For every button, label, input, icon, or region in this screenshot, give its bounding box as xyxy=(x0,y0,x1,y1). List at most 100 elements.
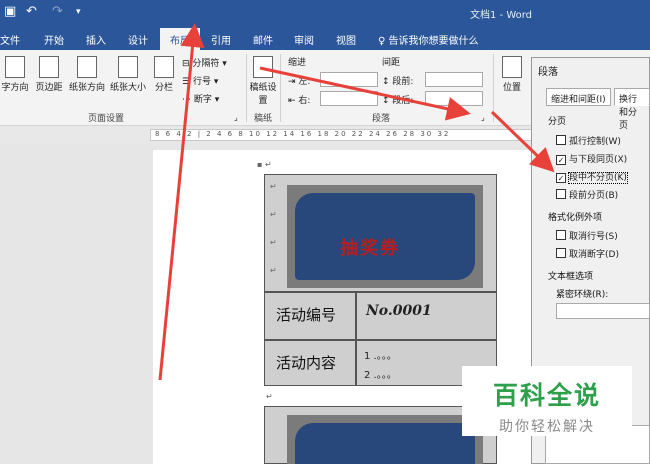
indent-right-text: 右: xyxy=(298,96,311,106)
text-direction-icon xyxy=(5,56,25,78)
activity-content-item: 2 .。。。 xyxy=(364,370,397,381)
size-button[interactable]: 纸张大小 xyxy=(108,56,148,93)
spacing-before-input[interactable] xyxy=(425,72,483,87)
hyphenation-button[interactable]: ⋯ 断字 ▾ xyxy=(182,92,219,105)
margins-icon xyxy=(39,56,59,78)
redo-icon[interactable]: ↷ xyxy=(52,4,63,19)
tight-wrap-select[interactable] xyxy=(556,303,650,319)
page-setup-group-label: 页面设置 xyxy=(88,114,125,124)
orientation-icon xyxy=(77,56,97,78)
checkbox-label: 取消行号(S) xyxy=(569,232,618,242)
margins-button[interactable]: 页边距 xyxy=(32,56,66,93)
customize-qat-icon[interactable]: ▾ xyxy=(76,7,81,17)
checkmark-icon: ✓ xyxy=(556,155,566,165)
paragraph-mark: ↵ xyxy=(270,266,277,275)
spacing-header: 间距 xyxy=(382,58,401,68)
checkbox-box xyxy=(556,135,566,145)
spacing-before-icon: ↕ xyxy=(382,77,393,87)
tab-view[interactable]: 视图 xyxy=(336,32,356,47)
draft-settings-label: 稿纸设置 xyxy=(249,83,277,106)
spacing-after-icon: ↕ xyxy=(382,96,393,106)
save-icon[interactable]: ▣ xyxy=(4,4,16,19)
spacing-before-label: ↕ 段前: xyxy=(382,74,413,87)
page-size-icon xyxy=(118,56,138,78)
line-numbers-label: 行号 xyxy=(192,77,211,87)
indent-right-input[interactable] xyxy=(320,91,378,106)
tab-references[interactable]: 引用 xyxy=(211,32,231,47)
indent-left-icon: ⇥ xyxy=(288,77,299,87)
checkbox-box xyxy=(556,189,566,199)
dont-hyphenate-checkbox[interactable]: 取消断字(D) xyxy=(556,247,619,260)
tab-review[interactable]: 审阅 xyxy=(294,32,314,47)
draft-paper-icon xyxy=(253,56,273,78)
format-exceptions-title: 格式化例外项 xyxy=(548,213,603,223)
hyphenation-label: 断字 xyxy=(193,95,212,105)
breaks-label: 分隔符 xyxy=(192,59,220,69)
title-bar: ▣ ↶ ↷ ▾ 文档1 - Word xyxy=(0,0,650,26)
spacing-after-input[interactable] xyxy=(425,91,483,106)
checkbox-label: 段中不分页(K) xyxy=(568,172,628,184)
keep-with-next-checkbox[interactable]: ✓ 与下段同页(X) xyxy=(556,152,627,165)
paragraph-group-label: 段落 xyxy=(372,114,391,124)
activity-content-item: 1 .。。。 xyxy=(364,351,397,362)
pagination-section-title: 分页 xyxy=(548,117,567,127)
draft-settings-button[interactable]: 稿纸设置 xyxy=(248,56,278,106)
tab-design[interactable]: 设计 xyxy=(128,32,148,47)
indent-left-label: ⇥ 左: xyxy=(288,74,310,87)
tab-layout[interactable]: 布局 xyxy=(160,28,200,50)
spacing-after-label: ↕ 段后: xyxy=(382,93,413,106)
tab-home[interactable]: 开始 xyxy=(44,32,64,47)
text-direction-button[interactable]: 字方向 xyxy=(0,56,30,93)
checkbox-box xyxy=(556,230,566,240)
margins-label: 页边距 xyxy=(35,83,63,93)
position-label: 位置 xyxy=(502,83,521,93)
position-icon xyxy=(502,56,522,78)
undo-icon[interactable]: ↶ xyxy=(26,4,37,19)
paragraph-mark: ↵ xyxy=(266,392,273,401)
suppress-line-numbers-checkbox[interactable]: 取消行号(S) xyxy=(556,229,618,242)
dialog-title: 段落 xyxy=(538,67,558,78)
tab-file[interactable]: 文件 xyxy=(0,32,20,47)
tab-line-page-breaks[interactable]: 换行和分页 xyxy=(614,88,650,131)
watermark-subtitle: 助你轻松解决 xyxy=(499,419,595,435)
hyphenation-icon: ⋯ xyxy=(182,95,194,105)
horizontal-ruler[interactable]: 8 6 4 2 | 2 4 6 8 10 12 14 16 18 20 22 2… xyxy=(150,129,535,141)
columns-label: 分栏 xyxy=(154,83,173,93)
tab-mailings[interactable]: 邮件 xyxy=(253,32,273,47)
breaks-button[interactable]: ⊟ 分隔符 ▾ xyxy=(182,56,227,69)
watermark: 百科全说 助你轻松解决 xyxy=(462,366,632,436)
indent-right-label: ⇤ 右: xyxy=(288,93,310,106)
line-numbers-button[interactable]: ☰ 行号 ▾ xyxy=(182,74,218,87)
line-numbers-icon: ☰ xyxy=(182,77,193,87)
indent-header: 缩进 xyxy=(288,58,307,68)
paragraph-launcher-icon[interactable]: ⌟ xyxy=(481,113,485,122)
spacing-after-text: 段后: xyxy=(392,96,414,106)
breaks-icon: ⊟ xyxy=(182,59,193,69)
page-setup-launcher-icon[interactable]: ⌟ xyxy=(234,113,238,122)
tell-me-search[interactable]: ♀ 告诉我你想要做什么 xyxy=(378,32,479,47)
tab-indents-spacing[interactable]: 缩进和间距(I) xyxy=(546,88,611,106)
columns-icon xyxy=(154,56,174,78)
indent-left-input[interactable] xyxy=(320,72,378,87)
checkbox-label: 段前分页(B) xyxy=(569,191,619,201)
checkbox-label: 孤行控制(W) xyxy=(569,137,621,147)
activity-number-label: 活动编号 xyxy=(276,306,337,324)
page-break-before-checkbox[interactable]: 段前分页(B) xyxy=(556,188,618,201)
textbox-options-title: 文本框选项 xyxy=(548,272,594,282)
ticket-banner-shape[interactable] xyxy=(295,423,475,464)
columns-button[interactable]: 分栏 xyxy=(150,56,178,93)
paragraph-mark: ↵ xyxy=(270,210,277,219)
spacing-before-text: 段前: xyxy=(392,77,414,87)
text-direction-label: 字方向 xyxy=(1,83,29,93)
watermark-title: 百科全说 xyxy=(492,381,601,410)
tell-me-label: 告诉我你想要做什么 xyxy=(388,36,479,47)
indent-right-icon: ⇤ xyxy=(288,96,299,106)
orientation-button[interactable]: 纸张方向 xyxy=(68,56,106,93)
tab-insert[interactable]: 插入 xyxy=(86,32,106,47)
keep-lines-together-checkbox[interactable]: ✓ 段中不分页(K) xyxy=(556,170,628,184)
position-button[interactable]: 位置 xyxy=(498,56,526,93)
document-title: 文档1 - Word xyxy=(470,10,533,21)
widow-control-checkbox[interactable]: 孤行控制(W) xyxy=(556,134,621,147)
group-divider xyxy=(493,54,494,122)
draft-group-label: 稿纸 xyxy=(254,114,273,124)
